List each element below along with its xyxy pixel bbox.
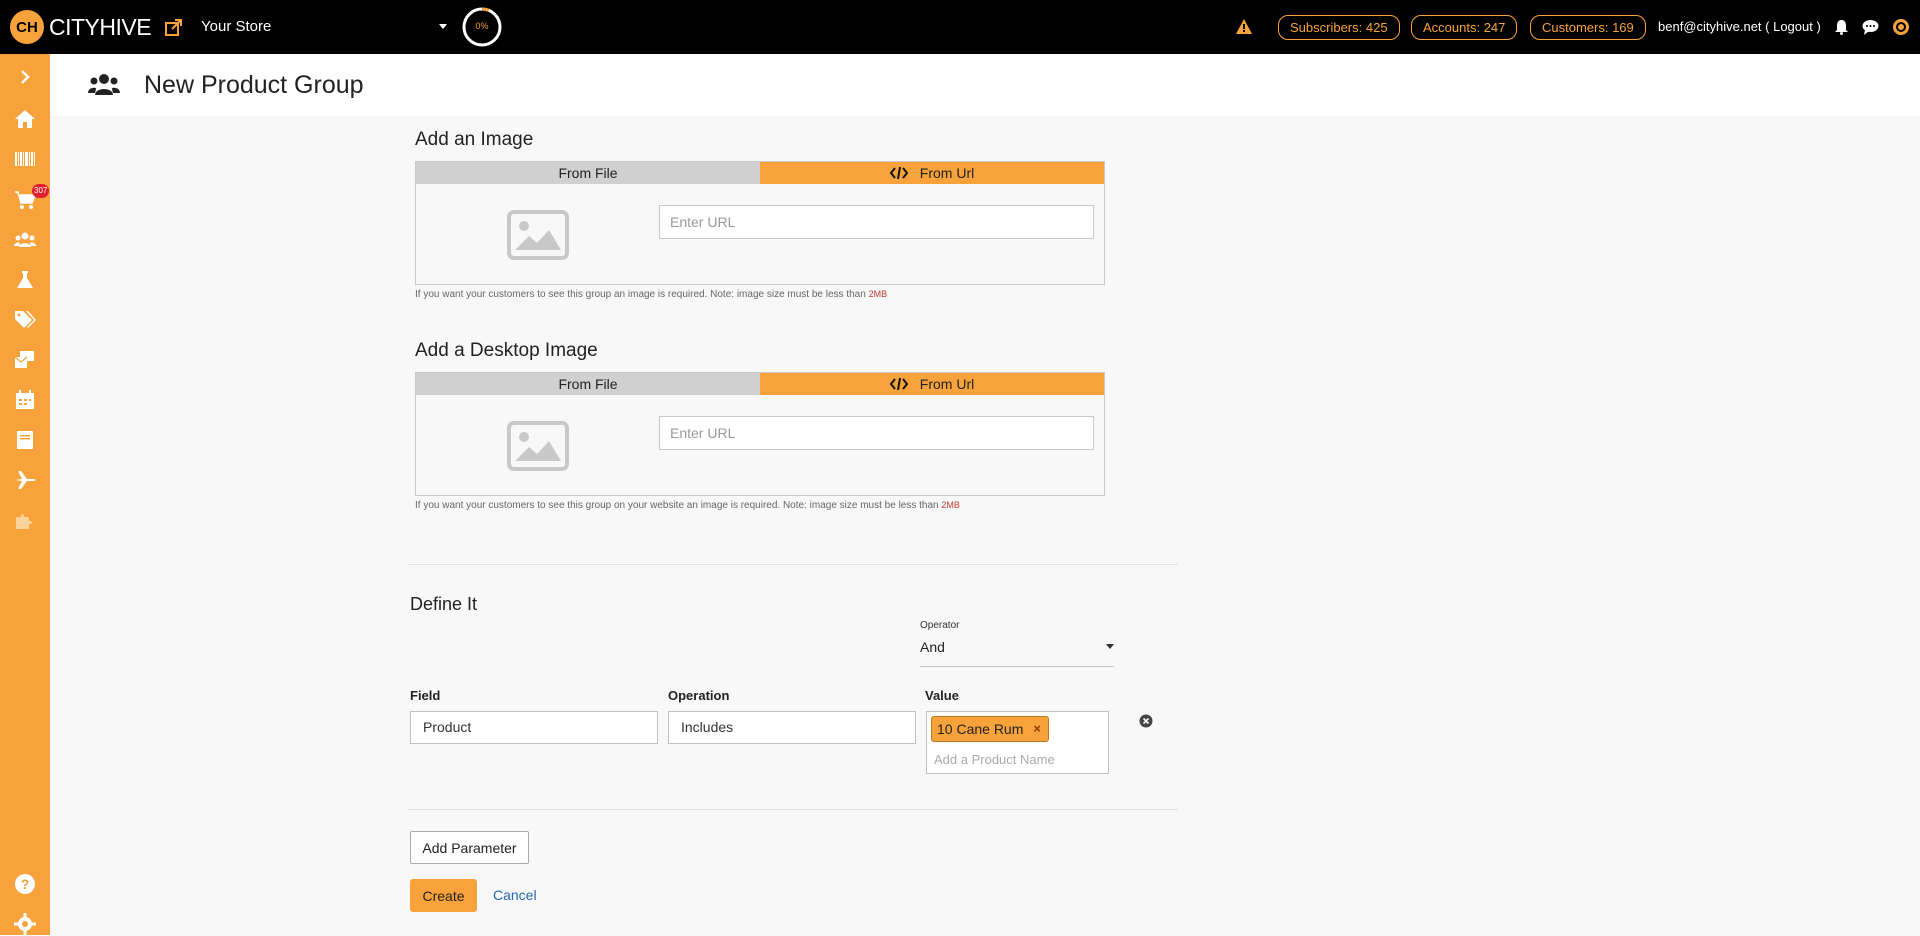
sidebar-mail-icon[interactable] [12, 348, 38, 372]
desktop-note-text: If you want your customers to see this g… [415, 500, 942, 511]
add-parameter-button[interactable]: Add Parameter [410, 831, 529, 864]
chat-icon[interactable] [1862, 19, 1879, 35]
image-url-input[interactable] [659, 205, 1094, 239]
store-selector[interactable]: Your Store [201, 18, 271, 35]
tab-from-url[interactable]: From Url [760, 162, 1104, 184]
sidebar-help-icon[interactable]: ? [12, 872, 38, 896]
add-image-panel: From File From Url [415, 161, 1105, 285]
sidebar-users-icon[interactable] [12, 228, 38, 252]
cancel-link[interactable]: Cancel [493, 887, 537, 903]
value-tag-input[interactable]: 10 Cane Rum × [926, 711, 1109, 774]
logo-mark-icon: CH [10, 10, 44, 44]
sidebar-calendar-icon[interactable] [12, 388, 38, 412]
field-label: Field [410, 688, 441, 703]
code-icon [889, 166, 908, 180]
desktop-tab-from-file[interactable]: From File [416, 373, 760, 395]
create-button[interactable]: Create [410, 879, 477, 912]
add-image-title: Add an Image [415, 129, 534, 150]
subscribers-pill[interactable]: Subscribers: 425 [1278, 15, 1400, 40]
sidebar-expand-chevron-right-icon[interactable] [12, 65, 38, 89]
image-placeholder-icon [507, 421, 569, 471]
field-input[interactable]: Product [410, 711, 658, 744]
add-desktop-image-panel: From File From Url [415, 372, 1105, 496]
add-product-name-input[interactable] [934, 749, 1094, 769]
logo-text: CITYHIVE [49, 13, 152, 40]
warning-icon[interactable] [1235, 18, 1253, 35]
page-header: New Product Group [50, 54, 1920, 116]
cityhive-logo[interactable]: CH CITYHIVE [10, 10, 152, 44]
sidebar-flask-icon[interactable] [12, 268, 38, 292]
sidebar-puzzle-icon[interactable] [12, 508, 38, 532]
add-desktop-image-title: Add a Desktop Image [415, 340, 598, 361]
desktop-tab-from-url[interactable]: From Url [760, 373, 1104, 395]
share-icon[interactable] [164, 17, 184, 37]
chevron-down-icon[interactable] [1106, 644, 1114, 649]
svg-text:?: ? [21, 876, 30, 892]
tab-from-file[interactable]: From File [416, 162, 760, 184]
users-icon [88, 74, 120, 95]
progress-text: 0% [475, 21, 489, 31]
customers-pill[interactable]: Customers: 169 [1530, 15, 1646, 40]
image-placeholder-icon [507, 210, 569, 260]
code-icon [889, 377, 908, 391]
tab-from-url-label: From Url [919, 165, 975, 181]
image-note-size: 2MB [868, 289, 888, 299]
bell-icon[interactable] [1834, 19, 1849, 35]
desktop-tab-from-url-label: From Url [919, 376, 975, 392]
sidebar-home-icon[interactable] [12, 107, 38, 131]
top-bar: CH CITYHIVE Your Store 0% Subscribers: 4… [0, 0, 1920, 54]
value-tag-label: 10 Cane Rum [937, 721, 1024, 737]
progress-ring: 0% [461, 6, 503, 48]
operation-label: Operation [668, 688, 730, 703]
divider [408, 564, 1178, 565]
sidebar-book-icon[interactable] [12, 428, 38, 452]
value-label: Value [925, 688, 959, 703]
divider [408, 809, 1178, 810]
value-tag: 10 Cane Rum × [931, 716, 1049, 742]
page-title: New Product Group [144, 71, 364, 99]
accounts-pill[interactable]: Accounts: 247 [1411, 15, 1518, 40]
desktop-note-size: 2MB [941, 500, 960, 510]
sidebar-tags-icon[interactable] [12, 308, 38, 332]
image-note-text: If you want your customers to see this g… [415, 289, 869, 300]
define-it-title: Define It [410, 594, 478, 614]
tag-remove-icon[interactable]: × [1033, 717, 1041, 741]
user-logout-link[interactable]: benf@cityhive.net ( Logout ) [1658, 19, 1821, 34]
remove-row-icon[interactable] [1139, 714, 1153, 728]
operator-label: Operator [920, 620, 960, 631]
operator-select[interactable]: And [920, 636, 1114, 667]
sidebar: 307 ? [0, 54, 50, 935]
chevron-down-icon[interactable] [439, 24, 447, 29]
sidebar-barcode-icon[interactable] [12, 147, 38, 171]
cart-badge: 307 [32, 184, 50, 198]
status-indicator-icon[interactable] [1893, 19, 1909, 35]
image-note: If you want your customers to see this g… [415, 289, 887, 300]
sidebar-plane-icon[interactable] [12, 468, 38, 492]
desktop-image-note: If you want your customers to see this g… [415, 500, 960, 511]
sidebar-gear-icon[interactable] [12, 912, 38, 936]
operation-input[interactable]: Includes [668, 711, 916, 744]
desktop-image-url-input[interactable] [659, 416, 1094, 450]
